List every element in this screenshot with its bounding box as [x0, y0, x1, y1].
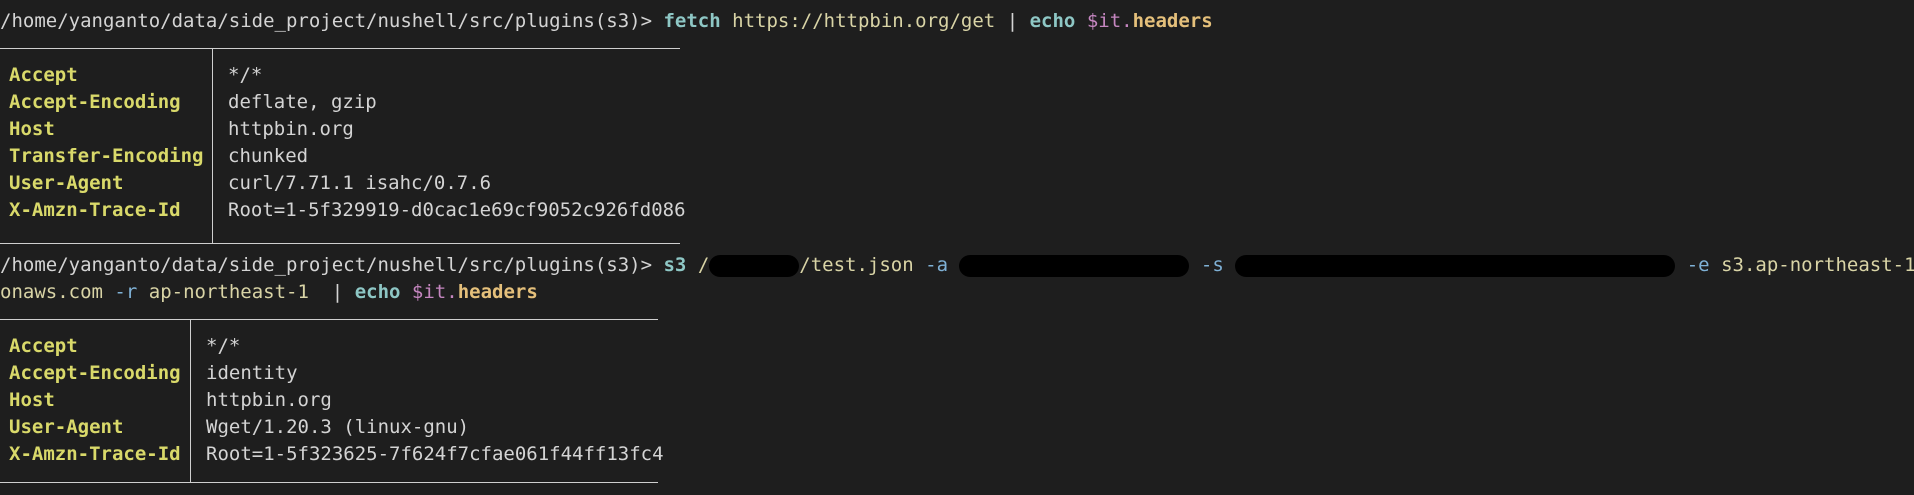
table-bottom-border: [0, 482, 658, 483]
flag-r: -r: [114, 281, 138, 303]
headers-table-2: Accept */* Accept-Encoding identity Host http…: [0, 319, 664, 483]
header-value: httpbin.org: [206, 389, 332, 411]
header-value: deflate, gzip: [228, 91, 377, 113]
header-value: */*: [206, 335, 241, 357]
header-key: X-Amzn-Trace-Id: [9, 443, 181, 465]
flag-e: -e: [1686, 254, 1710, 276]
echo-command: echo: [354, 281, 401, 303]
it-variable: $it.: [411, 281, 458, 303]
shell-prompt: /home/yanganto/data/side_project/nushell…: [0, 10, 653, 32]
header-value: chunked: [228, 145, 309, 167]
flag-s: -s: [1200, 254, 1224, 276]
command-name: s3: [663, 254, 687, 276]
header-key: Accept: [9, 64, 78, 86]
region-value: ap-northeast-1: [148, 281, 309, 303]
header-value: curl/7.71.1 isahc/0.7.6: [228, 172, 492, 194]
header-value: httpbin.org: [228, 118, 354, 140]
header-key: User-Agent: [9, 416, 124, 438]
endpoint-part2: onaws.com: [0, 281, 103, 303]
redacted-secret-key: [1235, 254, 1676, 277]
command-url: https://httpbin.org/get: [732, 10, 996, 32]
it-variable: $it.: [1086, 10, 1133, 32]
pipe-symbol: |: [1006, 10, 1019, 32]
path-prefix: /: [697, 254, 710, 276]
command-line-fetch: /home/yanganto/data/side_project/nushell…: [0, 8, 1213, 35]
command-name: fetch: [663, 10, 721, 32]
terminal-window[interactable]: /home/yanganto/data/side_project/nushell…: [0, 0, 1914, 495]
header-key: Accept-Encoding: [9, 91, 181, 113]
table-top-border: [0, 48, 680, 49]
header-key: Transfer-Encoding: [9, 145, 204, 167]
redacted-access-key: [959, 254, 1190, 277]
headers-field: headers: [1132, 10, 1213, 32]
redacted-bucket: [709, 254, 800, 277]
header-key: User-Agent: [9, 172, 124, 194]
flag-a: -a: [925, 254, 949, 276]
command-line-s3: /home/yanganto/data/side_project/nushell…: [0, 252, 1914, 279]
table-column-divider: [190, 319, 191, 482]
header-key: X-Amzn-Trace-Id: [9, 199, 181, 221]
header-value: */*: [228, 64, 263, 86]
endpoint-part1: s3.ap-northeast-1.amaz: [1721, 254, 1914, 276]
header-key: Host: [9, 389, 55, 411]
table-bottom-border: [0, 243, 680, 244]
shell-prompt: /home/yanganto/data/side_project/nushell…: [0, 254, 653, 276]
header-value: Wget/1.20.3 (linux-gnu): [206, 416, 470, 438]
header-key: Accept-Encoding: [9, 362, 181, 384]
table-top-border: [0, 319, 658, 320]
headers-field: headers: [457, 281, 538, 303]
headers-table-1: Accept */* Accept-Encoding deflate, gzip Hos…: [0, 48, 686, 244]
header-key: Host: [9, 118, 55, 140]
header-value: Root=1-5f329919-d0cac1e69cf9052c926fd086: [228, 199, 686, 221]
header-key: Accept: [9, 335, 78, 357]
echo-command: echo: [1029, 10, 1076, 32]
header-value: Root=1-5f323625-7f624f7cfae061f44ff13fc4: [206, 443, 664, 465]
header-value: identity: [206, 362, 298, 384]
pipe-symbol: |: [331, 281, 344, 303]
table-column-divider: [212, 48, 213, 243]
command-line-s3-wrap: onaws.com -r ap-northeast-1 | echo $it.h…: [0, 279, 538, 306]
path-suffix: /test.json: [799, 254, 914, 276]
